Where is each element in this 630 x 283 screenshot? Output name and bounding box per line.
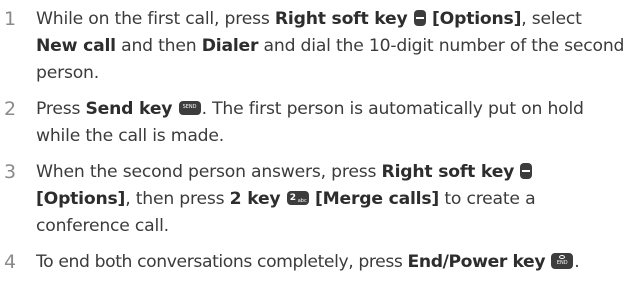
menu-item-name: Dialer bbox=[201, 36, 259, 56]
two-key-letters: abc bbox=[297, 198, 307, 204]
end-key-label: END bbox=[556, 260, 568, 266]
step-text: When the second person answers, press Ri… bbox=[36, 159, 626, 240]
step-text-segment: . bbox=[574, 252, 580, 272]
key-name: 2 key bbox=[229, 189, 281, 209]
right-soft-key-icon bbox=[520, 163, 533, 179]
step-number: 1 bbox=[4, 8, 17, 30]
step-text-segment: While on the first call, press bbox=[36, 9, 275, 29]
two-key-icon: 2 abc bbox=[286, 191, 309, 205]
step-number: 2 bbox=[4, 98, 17, 120]
step-text: To end both conversations completely, pr… bbox=[36, 249, 626, 276]
send-key-label: SEND bbox=[182, 104, 197, 110]
step-text-segment: Press bbox=[36, 99, 86, 119]
step-text: While on the first call, press Right sof… bbox=[36, 6, 626, 87]
option-name: [Options] bbox=[36, 189, 126, 209]
right-soft-key-icon bbox=[413, 10, 426, 26]
option-name: [Options] bbox=[432, 9, 522, 29]
menu-item-name: New call bbox=[36, 36, 116, 56]
step-number: 3 bbox=[4, 161, 17, 183]
key-name: Right soft key bbox=[274, 9, 408, 29]
key-name: Send key bbox=[85, 99, 173, 119]
step-text: Press Send key SEND. The first person is… bbox=[36, 96, 626, 150]
send-key-icon: SEND bbox=[178, 101, 201, 115]
key-name: Right soft key bbox=[381, 162, 515, 182]
step-text-segment: , select bbox=[521, 9, 582, 29]
step-number: 4 bbox=[4, 251, 17, 273]
step-text-segment: and then bbox=[115, 36, 202, 56]
instruction-steps: 1 While on the first call, press Right s… bbox=[0, 0, 630, 283]
end-power-key-icon: END bbox=[551, 253, 574, 269]
key-name: End/Power key bbox=[407, 252, 546, 272]
step-text-segment: , then press bbox=[125, 189, 230, 209]
step-text-segment: To end both conversations completely, pr… bbox=[36, 252, 408, 272]
option-name: [Merge calls] bbox=[314, 189, 440, 209]
step-text-segment: When the second person answers, press bbox=[36, 162, 382, 182]
